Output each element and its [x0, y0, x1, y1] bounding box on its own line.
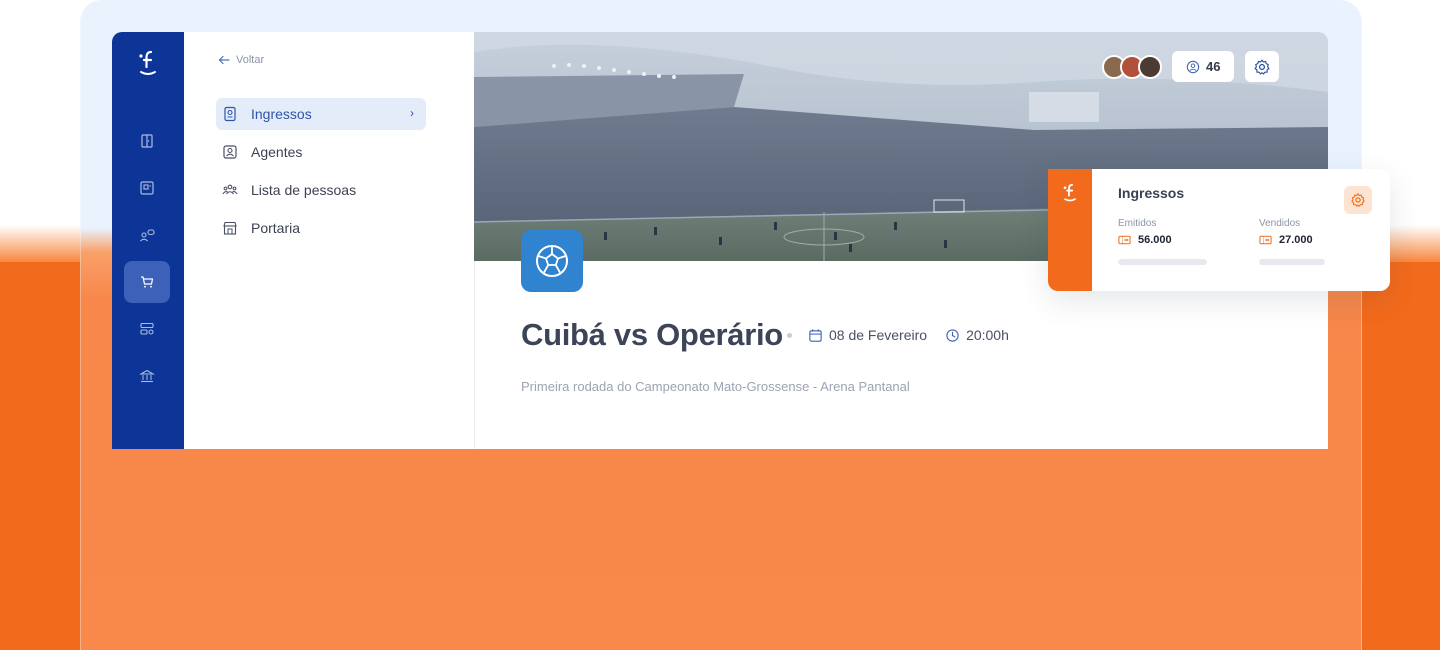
ticket-stats-card: Ingressos Emitidos 56.000 Vendidos 27.00…	[1048, 169, 1390, 291]
gear-icon	[1351, 193, 1365, 207]
separator-dot	[787, 332, 792, 338]
issued-bar	[1118, 259, 1207, 265]
chevron-right-icon: ›	[410, 106, 414, 120]
brand-logo	[1060, 179, 1080, 203]
soccer-ball-icon	[536, 245, 568, 277]
issued-value-row: 56.000	[1118, 234, 1207, 246]
storefront-icon	[222, 220, 238, 236]
ticket-icon	[222, 106, 238, 122]
rail-item-door[interactable]	[124, 120, 170, 162]
sold-stat: Vendidos 27.000	[1259, 218, 1325, 265]
clock-icon	[946, 328, 959, 342]
nav-item-ingressos[interactable]: Ingressos ›	[216, 98, 426, 130]
sold-bar	[1259, 259, 1325, 265]
ticket-stub-icon	[1259, 235, 1272, 245]
event-title: Cuibá vs Operário	[521, 317, 783, 352]
rail-item-people-chat[interactable]	[124, 214, 170, 256]
gear-icon	[1254, 59, 1270, 75]
arrow-left-icon	[218, 55, 230, 65]
nav-item-label: Agentes	[251, 144, 303, 160]
rail-item-bank[interactable]	[124, 355, 170, 397]
attendee-avatars[interactable]	[1102, 54, 1162, 79]
avatar	[1138, 54, 1162, 79]
rail-item-id-card[interactable]	[124, 167, 170, 209]
nav-item-agentes[interactable]: Agentes	[216, 136, 426, 168]
brand-logo[interactable]	[134, 46, 162, 78]
cart-icon	[141, 276, 154, 288]
event-meta: 08 de Fevereiro 20:00h	[787, 327, 1019, 343]
card-settings-button[interactable]	[1344, 186, 1372, 214]
icon-rail	[112, 32, 184, 449]
people-icon	[222, 182, 238, 198]
nav-item-label: Portaria	[251, 220, 301, 236]
rail-item-settings-list[interactable]	[124, 308, 170, 350]
issued-value: 56.000	[1138, 234, 1172, 246]
rail-item-cart[interactable]	[124, 261, 170, 303]
issued-stat: Emitidos 56.000	[1118, 218, 1207, 265]
nav-item-lista-de-pessoas[interactable]: Lista de pessoas	[216, 174, 426, 206]
event-date-text: 08 de Fevereiro	[829, 327, 928, 343]
event-time-text: 20:00h	[966, 327, 1009, 343]
sold-label: Vendidos	[1259, 218, 1301, 229]
section-nav: Voltar Ingressos › Agentes Lista de pess…	[184, 32, 475, 449]
attendee-count: 46	[1206, 59, 1221, 74]
header-controls: 46	[1102, 51, 1280, 82]
bank-icon	[139, 369, 155, 383]
door-icon	[141, 134, 153, 148]
settings-button[interactable]	[1245, 51, 1280, 82]
back-link[interactable]: Voltar	[218, 54, 264, 66]
back-label: Voltar	[236, 54, 265, 66]
user-circle-icon	[1186, 60, 1200, 73]
settings-list-icon	[140, 322, 154, 335]
people-chat-icon	[140, 229, 155, 242]
nav-item-label: Ingressos	[251, 106, 312, 122]
card-brand-strip	[1048, 169, 1092, 291]
ticket-stub-icon	[1118, 235, 1131, 245]
event-description: Primeira rodada do Campeonato Mato-Gross…	[521, 379, 910, 394]
calendar-icon	[809, 328, 822, 342]
event-sport-badge	[521, 230, 583, 292]
attendee-count-pill[interactable]: 46	[1172, 51, 1235, 82]
event-date: 08 de Fevereiro	[808, 327, 927, 343]
id-card-icon	[140, 181, 154, 195]
card-title: Ingressos	[1118, 185, 1185, 201]
issued-label: Emitidos	[1118, 218, 1157, 229]
user-badge-icon	[222, 144, 238, 160]
event-time: 20:00h	[945, 327, 1009, 343]
sold-value-row: 27.000	[1259, 234, 1325, 246]
nav-item-portaria[interactable]: Portaria	[216, 212, 426, 244]
sold-value: 27.000	[1279, 234, 1313, 246]
nav-item-label: Lista de pessoas	[251, 182, 357, 198]
